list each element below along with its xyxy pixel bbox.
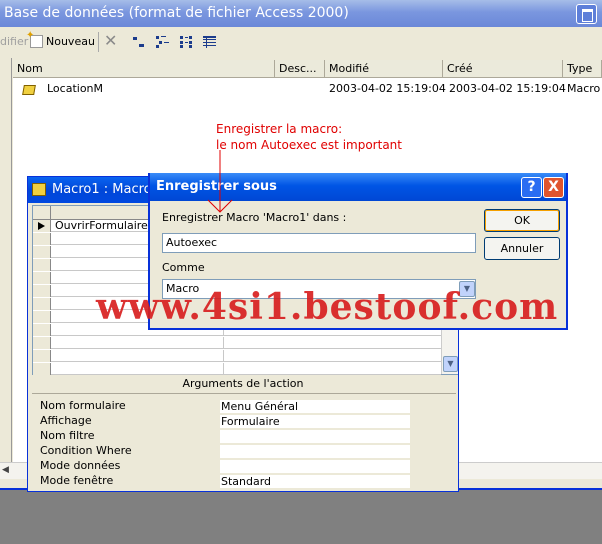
column-header-modified[interactable]: Modifié (325, 60, 443, 78)
column-header-created[interactable]: Créé (443, 60, 563, 78)
annotation-line-1: Enregistrer la macro: (216, 122, 343, 136)
watermark: www.4si1.bestoof.com (96, 286, 559, 328)
ok-button[interactable]: OK (484, 209, 560, 232)
grid-row[interactable] (33, 363, 441, 375)
small-icons-view-icon[interactable] (156, 36, 169, 48)
database-toolbar: difier Nouveau ✕ (0, 28, 602, 56)
list-item[interactable]: LocationM 2003-04-02 15:19:04 2003-04-02… (13, 81, 602, 97)
database-window-title: Base de données (format de fichier Acces… (0, 0, 602, 27)
arg-value-data-mode[interactable] (220, 460, 410, 473)
list-item-modified: 2003-04-02 15:19:04 (329, 82, 446, 95)
new-icon[interactable] (26, 30, 43, 48)
arg-label-view: Affichage (40, 414, 92, 427)
macro-name-input[interactable]: Autoexec (162, 233, 476, 253)
list-header: Nom Desc... Modifié Créé Type (13, 60, 602, 78)
arg-label-window-mode: Mode fenêtre (40, 474, 114, 487)
macro-icon (21, 82, 35, 95)
delete-icon[interactable]: ✕ (104, 31, 117, 50)
grid-selector-header (33, 206, 51, 220)
cancel-button[interactable]: Annuler (484, 237, 560, 260)
macro-icon (32, 183, 46, 196)
arg-value-window-mode[interactable]: Standard (220, 475, 410, 488)
scroll-down-icon[interactable]: ▼ (443, 356, 458, 372)
save-as-type-label: Comme (162, 261, 205, 274)
arg-value-view[interactable]: Formulaire (220, 415, 410, 428)
help-button[interactable]: ? (521, 177, 542, 198)
maximize-icon[interactable] (576, 4, 597, 24)
arg-label-filter-name: Nom filtre (40, 429, 95, 442)
arg-label-where-condition: Condition Where (40, 444, 132, 457)
arg-value-filter-name[interactable] (220, 430, 410, 443)
column-header-name[interactable]: Nom (13, 60, 275, 78)
close-button[interactable]: X (543, 177, 564, 198)
column-header-description[interactable]: Desc... (275, 60, 325, 78)
list-item-type: Macro (567, 82, 601, 95)
new-button[interactable]: Nouveau (46, 35, 95, 48)
grid-row[interactable] (33, 350, 441, 362)
list-view-icon[interactable] (180, 36, 193, 48)
arg-value-where-condition[interactable] (220, 445, 410, 458)
annotation-arrow-icon (207, 150, 233, 213)
arg-label-data-mode: Mode données (40, 459, 121, 472)
details-view-icon[interactable] (203, 36, 216, 48)
large-icons-view-icon[interactable] (132, 36, 145, 48)
arg-label-form-name: Nom formulaire (40, 399, 126, 412)
toolbar-separator (98, 32, 99, 52)
scroll-left-icon[interactable]: ◀ (2, 465, 9, 475)
objects-bar (0, 58, 12, 478)
action-cell[interactable]: OuvrirFormulaire (55, 219, 148, 232)
arg-value-form-name[interactable]: Menu Général (220, 400, 410, 413)
current-row-arrow-icon (38, 222, 45, 230)
modify-button[interactable]: difier (0, 35, 28, 48)
column-header-type[interactable]: Type (563, 60, 602, 78)
annotation-note: Enregistrer la macro: le nom Autoexec es… (216, 121, 402, 153)
list-item-created: 2003-04-02 15:19:04 (449, 82, 566, 95)
grid-row[interactable] (33, 337, 441, 349)
divider (32, 393, 456, 394)
list-item-name: LocationM (47, 82, 104, 95)
action-arguments-title: Arguments de l'action (182, 377, 304, 390)
